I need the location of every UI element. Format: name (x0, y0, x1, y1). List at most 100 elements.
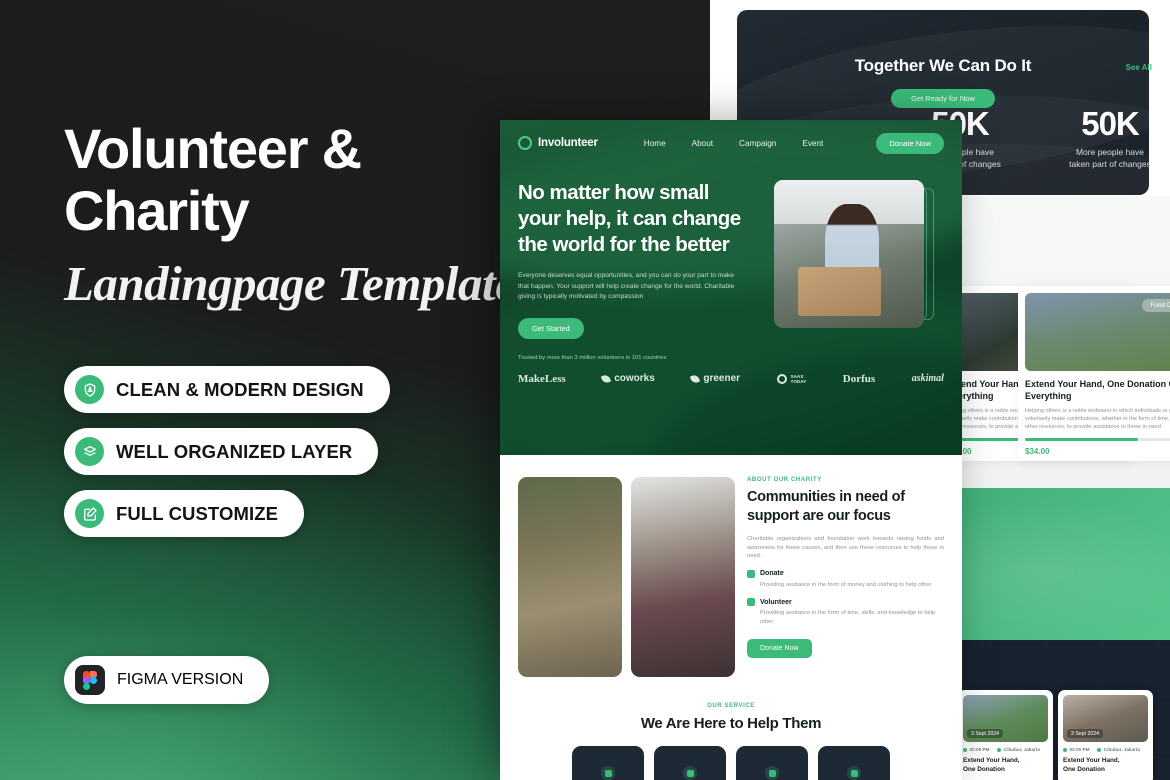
trusted-by-block: Trusted by more than 3 million volunteer… (500, 355, 962, 385)
donate-now-nav-button[interactable]: Donate Now (876, 132, 944, 154)
get-started-button[interactable]: Get Started (518, 317, 584, 339)
nav-links: Home About Campaign Event (644, 139, 824, 148)
event-meta: 02:00 PM Cibubur, Jakarta (1063, 747, 1148, 752)
logo-ring-icon (518, 136, 532, 150)
gift-icon (747, 569, 755, 578)
feature-title: Volunteer (760, 598, 792, 606)
edit-square-icon (75, 499, 104, 528)
campaign-card-footer: $34.00 20 days left (1025, 447, 1170, 456)
event-time: 02:00 PM (1063, 747, 1089, 752)
event-title-line2: One Donation (1063, 766, 1105, 773)
about-heading-line2: support are our focus (747, 508, 891, 524)
event-place: Cibubur, Jakarta (1097, 747, 1140, 752)
event-title: Extend Your Hand, One Donation (963, 756, 1048, 774)
about-images (518, 477, 735, 677)
figma-icon (75, 665, 105, 695)
event-meta: 02:00 PM Cibubur, Jakarta (963, 747, 1048, 752)
feature-badge-well-organized-layer[interactable]: WELL ORGANIZED LAYER (64, 428, 379, 475)
main-mockup-page: Involunteer Home About Campaign Event Do… (500, 120, 962, 780)
hero-heading-line1: No matter how small (518, 181, 710, 204)
hero-body: No matter how small your help, it can ch… (500, 166, 962, 339)
feature-badge-label: CLEAN & MODERN DESIGN (116, 378, 364, 400)
feature-badge-label: WELL ORGANIZED LAYER (116, 440, 353, 462)
event-card-image: 3 Sept 2024 (963, 695, 1048, 742)
event-card-image: 3 Sept 2024 (1063, 695, 1148, 742)
feature-badge-label: FULL CUSTOMIZE (116, 502, 279, 524)
event-card[interactable]: 3 Sept 2024 02:00 PM Cibubur, Jakarta Ex… (958, 690, 1053, 780)
event-title-line1: Extend Your Hand, (1063, 757, 1120, 764)
hero-heading: No matter how small your help, it can ch… (518, 180, 758, 258)
service-section: OUR SERVICE We Are Here to Help Them (500, 677, 962, 780)
about-paragraph: Charitable organizations and foundation … (747, 536, 944, 560)
stat-caption-line1: More people have (1075, 147, 1145, 157)
campaign-card[interactable]: Food Donation Extend Your Hand, One Dona… (1018, 286, 1170, 461)
partner-logo-dorfus: Dorfus (842, 372, 876, 385)
feature-badge-full-customize[interactable]: FULL CUSTOMIZE (64, 490, 305, 537)
campaign-card-desc: Helping others is a noble endeavor in wh… (1025, 408, 1170, 430)
service-card[interactable] (572, 746, 644, 780)
campaign-progress-bar (1025, 438, 1170, 441)
event-date: 3 Sept 2024 (967, 729, 1003, 738)
nav-item-event[interactable]: Event (802, 139, 823, 148)
about-eyebrow: ABOUT OUR CHARITY (747, 477, 822, 483)
about-photo-outdoor-volunteers (518, 477, 622, 677)
book-icon (683, 766, 697, 780)
bg-hero-heading: Together We Can Do It (854, 56, 1032, 75)
service-card[interactable] (736, 746, 808, 780)
service-heading: We Are Here to Help Them (640, 715, 822, 732)
brand-name: Involunteer (538, 137, 598, 149)
layers-icon (75, 437, 104, 466)
donate-now-button[interactable]: Donate Now (747, 638, 812, 658)
pin-icon (997, 747, 1002, 752)
campaign-card-badge: Food Donation (1142, 299, 1170, 312)
event-place: Cibubur, Jakarta (997, 747, 1040, 752)
campaign-amount: $34.00 (1025, 447, 1050, 456)
hand-heart-icon (747, 598, 755, 607)
about-feature-volunteer: Volunteer Providing assitance in the for… (747, 598, 944, 626)
stat-caption-line2: taken part of changes (1069, 159, 1151, 169)
partner-logo-saas-today: SAAS TODAY (776, 373, 806, 384)
feature-desc: Providing assitance in the form of time,… (760, 610, 936, 625)
service-card-row (500, 746, 962, 780)
feature-heading: Volunteer (747, 598, 944, 607)
campaign-card-title: Extend Your Hand, One Donation Changes E… (1025, 379, 1170, 401)
feature-badge-clean-modern-design[interactable]: CLEAN & MODERN DESIGN (64, 366, 390, 413)
about-section: ABOUT OUR CHARITY Communities in need of… (500, 455, 962, 677)
hero-paragraph: Everyone deserves equal opportunities, a… (518, 272, 735, 300)
figma-badge-label: FIGMA VERSION (117, 671, 244, 688)
about-heading-line1: Communities in need of (747, 489, 905, 505)
service-card[interactable] (654, 746, 726, 780)
hero-photo-volunteer (774, 180, 924, 328)
hero-heading-line3: the world for the better (518, 233, 730, 256)
about-heading: Communities in need of support are our f… (747, 488, 944, 526)
about-copy: ABOUT OUR CHARITY Communities in need of… (747, 477, 944, 677)
hero-copy: No matter how small your help, it can ch… (518, 180, 758, 339)
list-icon (847, 766, 861, 780)
feature-badge-list: CLEAN & MODERN DESIGN WELL ORGANIZED LAY… (64, 366, 390, 537)
hero-section: Involunteer Home About Campaign Event Do… (500, 120, 962, 455)
feature-desc: Providing assitance in the form of money… (760, 581, 932, 588)
event-card[interactable]: 3 Sept 2024 02:00 PM Cibubur, Jakarta Ex… (1058, 690, 1153, 780)
nav-item-home[interactable]: Home (644, 139, 666, 148)
see-all-link[interactable]: See All (1126, 63, 1152, 72)
nav-item-about[interactable]: About (692, 139, 713, 148)
feature-badge-figma-version[interactable]: FIGMA VERSION (64, 656, 270, 704)
pencil-icon (601, 766, 615, 780)
hero-visual (774, 180, 934, 339)
partner-logo-makeless: MakeLess (518, 372, 566, 385)
event-title-line1: Extend Your Hand, (963, 757, 1020, 764)
partner-logo-greener: greener (690, 373, 740, 384)
leaf-icon (601, 373, 612, 384)
ring-icon (776, 373, 787, 384)
brand-logo[interactable]: Involunteer (518, 136, 598, 150)
service-eyebrow: OUR SERVICE (707, 703, 755, 709)
event-title-line2: One Donation (963, 766, 1005, 773)
service-card[interactable] (818, 746, 890, 780)
event-date: 3 Sept 2024 (1067, 729, 1103, 738)
trusted-label: Trusted by more than 3 million volunteer… (518, 354, 667, 361)
feature-title: Donate (760, 570, 784, 578)
nav-item-campaign[interactable]: Campaign (739, 139, 776, 148)
about-feature-donate: Donate Providing assitance in the form o… (747, 569, 944, 590)
navbar: Involunteer Home About Campaign Event Do… (500, 120, 962, 166)
about-photo-food-sorting (631, 477, 735, 677)
